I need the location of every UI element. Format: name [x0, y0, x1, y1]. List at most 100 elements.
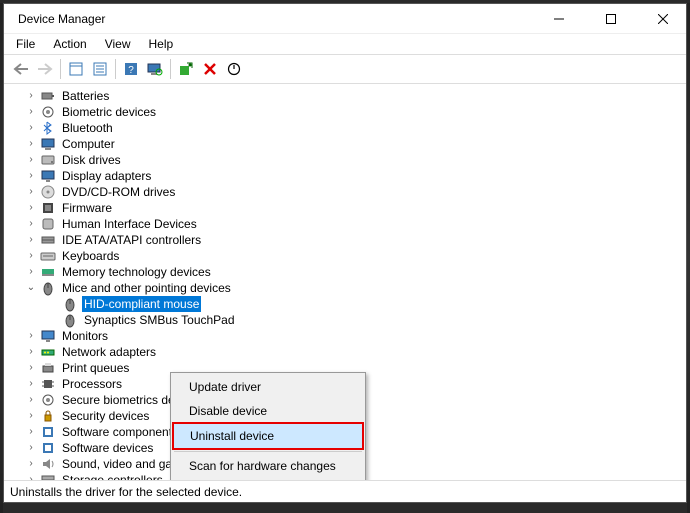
caret-right-icon[interactable]: › [26, 104, 36, 120]
network-icon [40, 344, 56, 360]
battery-icon [40, 88, 56, 104]
menu-help[interactable]: Help [141, 36, 182, 52]
help-button[interactable]: ? [120, 58, 142, 80]
display-icon [40, 168, 56, 184]
tree-category-label: Processors [60, 376, 124, 392]
highlight-uninstall: Uninstall device [172, 422, 364, 450]
close-button[interactable] [640, 4, 686, 34]
tree-category[interactable]: › Network adapters [12, 344, 686, 360]
caret-right-icon[interactable]: › [26, 392, 36, 408]
tree-category-label: Batteries [60, 88, 111, 104]
context-menu: Update driver Disable device Uninstall d… [170, 372, 366, 480]
menubar: File Action View Help [4, 34, 686, 54]
caret-right-icon[interactable]: › [26, 168, 36, 184]
software-icon [40, 440, 56, 456]
monitor-icon [40, 328, 56, 344]
caret-right-icon[interactable]: › [26, 216, 36, 232]
tree-category-label: Mice and other pointing devices [60, 280, 233, 296]
tree-category-label: Print queues [60, 360, 131, 376]
caret-right-icon[interactable]: › [26, 264, 36, 280]
tree-device-label: HID-compliant mouse [82, 296, 201, 312]
menu-view[interactable]: View [97, 36, 139, 52]
context-menu-uninstall-device[interactable]: Uninstall device [174, 424, 362, 448]
context-menu-scan-hardware[interactable]: Scan for hardware changes [173, 454, 363, 478]
caret-right-icon[interactable]: › [26, 424, 36, 440]
toolbar-separator [170, 59, 171, 79]
bluetooth-icon [40, 120, 56, 136]
tree-category[interactable]: › Human Interface Devices [12, 216, 686, 232]
caret-right-icon[interactable]: › [26, 376, 36, 392]
tree-category-label: Software devices [60, 440, 155, 456]
disable-button[interactable] [223, 58, 245, 80]
uninstall-button[interactable] [199, 58, 221, 80]
caret-right-icon[interactable]: › [26, 200, 36, 216]
mouse-icon [62, 296, 78, 312]
caret-right-icon[interactable]: › [26, 440, 36, 456]
tree-category[interactable]: › Disk drives [12, 152, 686, 168]
tree-device[interactable]: Synaptics SMBus TouchPad [12, 312, 686, 328]
tree-category-label: Biometric devices [60, 104, 158, 120]
tree-category[interactable]: ›IDE ATA/ATAPI controllers [12, 232, 686, 248]
tree-device-label: Synaptics SMBus TouchPad [82, 312, 237, 328]
context-menu-update-driver[interactable]: Update driver [173, 375, 363, 399]
tree-category[interactable]: › Keyboards [12, 248, 686, 264]
caret-right-icon[interactable]: › [26, 344, 36, 360]
context-menu-disable-device[interactable]: Disable device [173, 399, 363, 423]
maximize-button[interactable] [588, 4, 634, 34]
tree-category[interactable]: ›Bluetooth [12, 120, 686, 136]
window-title: Device Manager [18, 12, 530, 26]
sound-icon [40, 456, 56, 472]
tree-category[interactable]: › Batteries [12, 88, 686, 104]
tree-category-label: Disk drives [60, 152, 123, 168]
caret-right-icon[interactable]: › [26, 408, 36, 424]
tree-category-label: Network adapters [60, 344, 158, 360]
tree-category-label: Keyboards [60, 248, 121, 264]
caret-right-icon[interactable]: › [26, 184, 36, 200]
context-menu-separator [174, 451, 362, 452]
storage-icon [40, 472, 56, 480]
tree-device[interactable]: HID-compliant mouse [12, 296, 686, 312]
tree-category-label: Display adapters [60, 168, 153, 184]
tree-category[interactable]: › Display adapters [12, 168, 686, 184]
menu-file[interactable]: File [8, 36, 43, 52]
update-driver-button[interactable] [175, 58, 197, 80]
caret-right-icon[interactable]: › [26, 232, 36, 248]
caret-right-icon[interactable]: › [26, 120, 36, 136]
tree-category[interactable]: ›Firmware [12, 200, 686, 216]
forward-button[interactable] [34, 58, 56, 80]
menu-action[interactable]: Action [45, 36, 94, 52]
caret-right-icon[interactable]: › [26, 88, 36, 104]
properties-button[interactable] [89, 58, 111, 80]
firmware-icon [40, 200, 56, 216]
caret-right-icon[interactable]: › [26, 360, 36, 376]
tree-category[interactable]: ⌄ Mice and other pointing devices [12, 280, 686, 296]
hid-icon [40, 216, 56, 232]
caret-right-icon[interactable]: › [26, 472, 36, 480]
scan-hardware-button[interactable] [144, 58, 166, 80]
caret-down-icon[interactable]: ⌄ [26, 280, 36, 296]
memory-icon [40, 264, 56, 280]
back-button[interactable] [10, 58, 32, 80]
keyboard-icon [40, 248, 56, 264]
minimize-button[interactable] [536, 4, 582, 34]
tree-category-label: DVD/CD-ROM drives [60, 184, 177, 200]
computer-icon [40, 136, 56, 152]
tree-category[interactable]: › Biometric devices [12, 104, 686, 120]
caret-right-icon[interactable]: › [26, 136, 36, 152]
dvd-icon [40, 184, 56, 200]
tree-category[interactable]: ›Memory technology devices [12, 264, 686, 280]
caret-right-icon[interactable]: › [26, 328, 36, 344]
show-hide-tree-button[interactable] [65, 58, 87, 80]
tree-category[interactable]: ›Computer [12, 136, 686, 152]
device-manager-window: Device Manager File Action View Help ? ›… [3, 3, 687, 503]
tree-category[interactable]: › Monitors [12, 328, 686, 344]
caret-right-icon[interactable]: › [26, 152, 36, 168]
tree-category-label: Monitors [60, 328, 110, 344]
caret-right-icon[interactable]: › [26, 456, 36, 472]
caret-right-icon[interactable]: › [26, 248, 36, 264]
titlebar: Device Manager [4, 4, 686, 34]
tree-category-label: Human Interface Devices [60, 216, 199, 232]
tree-category[interactable]: › DVD/CD-ROM drives [12, 184, 686, 200]
software-icon [40, 424, 56, 440]
statusbar-text: Uninstalls the driver for the selected d… [10, 485, 242, 499]
